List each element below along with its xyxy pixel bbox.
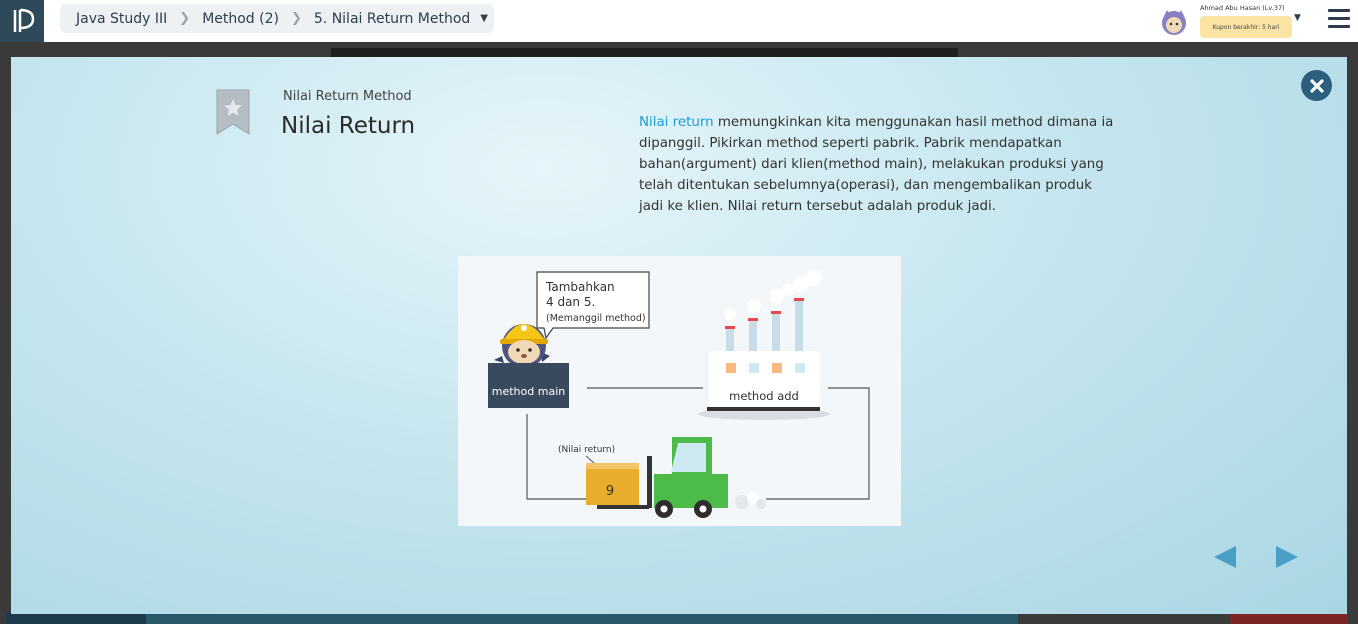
bubble-text-line1: Tambahkan xyxy=(545,280,615,294)
chevron-right-icon: ❯ xyxy=(290,11,302,26)
factory-illustration: Tambahkan 4 dan 5. (Memanggil method) me… xyxy=(458,256,901,526)
next-arrow-icon[interactable] xyxy=(1275,545,1299,573)
slide-modal: Nilai Return Method Nilai Return Nilai r… xyxy=(11,57,1347,614)
bubble-text-line2: 4 dan 5. xyxy=(546,295,595,309)
chevron-down-icon[interactable]: ▼ xyxy=(480,13,488,24)
method-add-label: method add xyxy=(729,389,799,403)
coupon-badge: Kupon berakhir: 5 hari xyxy=(1200,16,1292,38)
bookmark-star-icon[interactable] xyxy=(216,89,250,135)
highlight-term: Nilai return xyxy=(639,115,714,130)
breadcrumb: Java Study III ❯ Method (2) ❯ 5. Nilai R… xyxy=(60,4,494,33)
return-value-label: (Nilai return) xyxy=(558,445,615,455)
logo-icon[interactable] xyxy=(0,0,44,42)
avatar[interactable] xyxy=(1160,8,1188,36)
chevron-right-icon: ❯ xyxy=(179,11,191,26)
top-bar: Java Study III ❯ Method (2) ❯ 5. Nilai R… xyxy=(0,0,1358,42)
character-icon xyxy=(494,324,550,368)
slide-description: Nilai return memungkinkan kita menggunak… xyxy=(639,112,1119,217)
prev-arrow-icon[interactable] xyxy=(1213,545,1237,573)
hamburger-menu-icon[interactable] xyxy=(1328,9,1350,33)
breadcrumb-item-course[interactable]: Java Study III xyxy=(76,11,167,27)
slide-title: Nilai Return xyxy=(281,113,416,139)
method-main-label: method main xyxy=(492,385,565,398)
close-icon[interactable] xyxy=(1301,70,1332,101)
user-name: Ahmad Abu Hasan (Lv.37) xyxy=(1200,4,1285,12)
chevron-down-icon[interactable]: ▼ xyxy=(1294,13,1301,23)
slide-subtitle: Nilai Return Method xyxy=(283,89,412,104)
breadcrumb-item-chapter[interactable]: Method (2) xyxy=(202,11,279,27)
bubble-text-line3: (Memanggil method) xyxy=(546,313,646,324)
breadcrumb-item-lesson[interactable]: 5. Nilai Return Method xyxy=(314,11,470,27)
box-value: 9 xyxy=(606,484,614,499)
